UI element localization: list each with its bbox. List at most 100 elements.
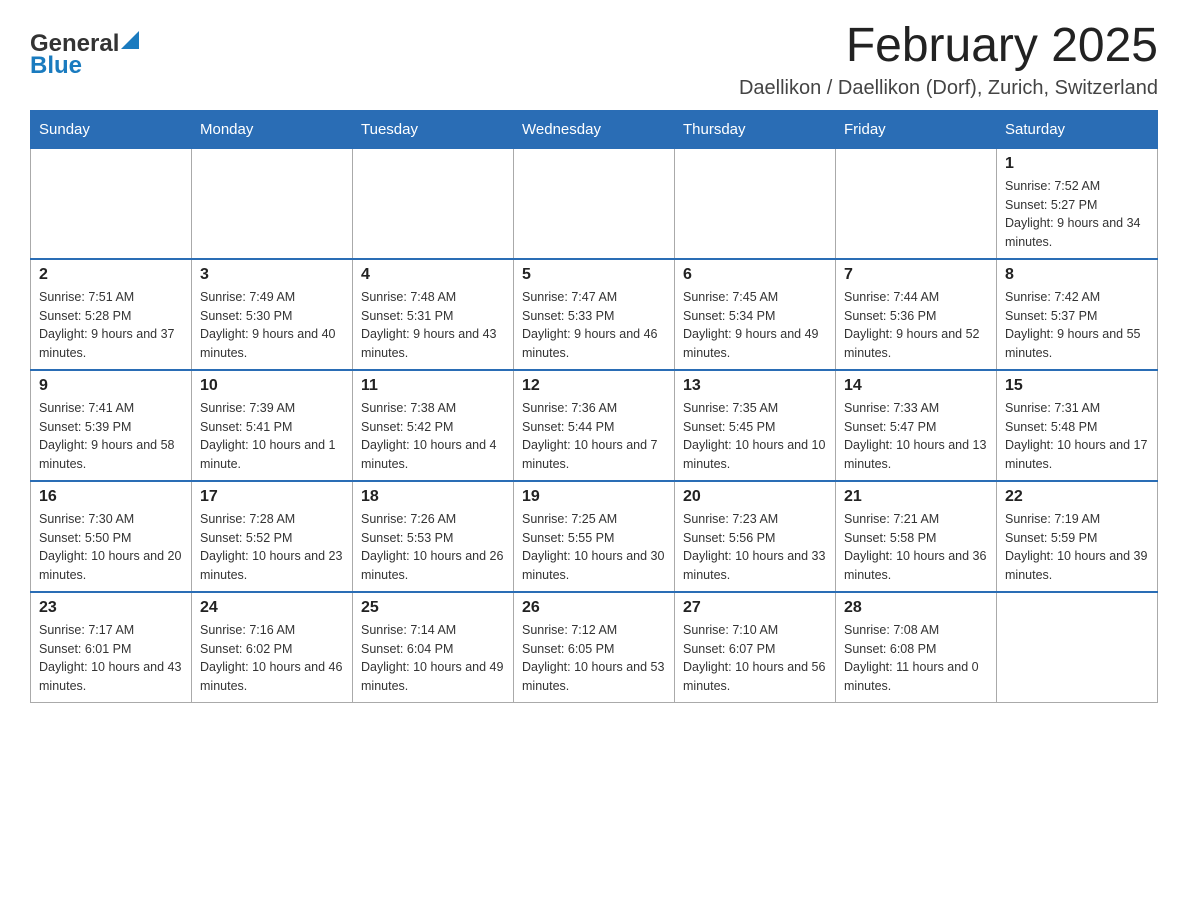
- day-number: 3: [200, 266, 344, 284]
- day-number: 11: [361, 377, 505, 395]
- table-row: [353, 148, 514, 259]
- day-info: Sunrise: 7:14 AM Sunset: 6:04 PM Dayligh…: [361, 621, 505, 696]
- table-row: 8 Sunrise: 7:42 AM Sunset: 5:37 PM Daylig…: [997, 259, 1158, 370]
- day-number: 14: [844, 377, 988, 395]
- day-info: Sunrise: 7:51 AM Sunset: 5:28 PM Dayligh…: [39, 288, 183, 363]
- col-sunday: Sunday: [31, 110, 192, 148]
- day-number: 10: [200, 377, 344, 395]
- day-info: Sunrise: 7:49 AM Sunset: 5:30 PM Dayligh…: [200, 288, 344, 363]
- day-number: 6: [683, 266, 827, 284]
- day-info: Sunrise: 7:21 AM Sunset: 5:58 PM Dayligh…: [844, 510, 988, 585]
- col-friday: Friday: [836, 110, 997, 148]
- table-row: 14 Sunrise: 7:33 AM Sunset: 5:47 PM Dayli…: [836, 370, 997, 481]
- day-number: 26: [522, 599, 666, 617]
- table-row: 25 Sunrise: 7:14 AM Sunset: 6:04 PM Dayli…: [353, 592, 514, 703]
- table-row: [836, 148, 997, 259]
- table-row: 23 Sunrise: 7:17 AM Sunset: 6:01 PM Dayli…: [31, 592, 192, 703]
- day-number: 8: [1005, 266, 1149, 284]
- table-row: 26 Sunrise: 7:12 AM Sunset: 6:05 PM Dayli…: [514, 592, 675, 703]
- day-info: Sunrise: 7:12 AM Sunset: 6:05 PM Dayligh…: [522, 621, 666, 696]
- table-row: 12 Sunrise: 7:36 AM Sunset: 5:44 PM Dayli…: [514, 370, 675, 481]
- day-number: 1: [1005, 155, 1149, 173]
- calendar-week-row: 16 Sunrise: 7:30 AM Sunset: 5:50 PM Dayli…: [31, 481, 1158, 592]
- day-number: 15: [1005, 377, 1149, 395]
- logo-triangle-icon: [121, 31, 139, 49]
- day-info: Sunrise: 7:39 AM Sunset: 5:41 PM Dayligh…: [200, 399, 344, 474]
- day-info: Sunrise: 7:17 AM Sunset: 6:01 PM Dayligh…: [39, 621, 183, 696]
- table-row: [997, 592, 1158, 703]
- calendar-week-row: 23 Sunrise: 7:17 AM Sunset: 6:01 PM Dayli…: [31, 592, 1158, 703]
- day-number: 25: [361, 599, 505, 617]
- calendar-week-row: 2 Sunrise: 7:51 AM Sunset: 5:28 PM Daylig…: [31, 259, 1158, 370]
- table-row: 18 Sunrise: 7:26 AM Sunset: 5:53 PM Dayli…: [353, 481, 514, 592]
- day-number: 12: [522, 377, 666, 395]
- day-info: Sunrise: 7:44 AM Sunset: 5:36 PM Dayligh…: [844, 288, 988, 363]
- title-block: February 2025 Daellikon / Daellikon (Dor…: [739, 20, 1158, 100]
- day-info: Sunrise: 7:45 AM Sunset: 5:34 PM Dayligh…: [683, 288, 827, 363]
- calendar-week-row: 9 Sunrise: 7:41 AM Sunset: 5:39 PM Daylig…: [31, 370, 1158, 481]
- location-subtitle: Daellikon / Daellikon (Dorf), Zurich, Sw…: [739, 77, 1158, 100]
- table-row: 19 Sunrise: 7:25 AM Sunset: 5:55 PM Dayli…: [514, 481, 675, 592]
- col-tuesday: Tuesday: [353, 110, 514, 148]
- day-info: Sunrise: 7:47 AM Sunset: 5:33 PM Dayligh…: [522, 288, 666, 363]
- day-info: Sunrise: 7:26 AM Sunset: 5:53 PM Dayligh…: [361, 510, 505, 585]
- col-thursday: Thursday: [675, 110, 836, 148]
- table-row: 9 Sunrise: 7:41 AM Sunset: 5:39 PM Daylig…: [31, 370, 192, 481]
- table-row: [514, 148, 675, 259]
- table-row: 16 Sunrise: 7:30 AM Sunset: 5:50 PM Dayli…: [31, 481, 192, 592]
- day-info: Sunrise: 7:25 AM Sunset: 5:55 PM Dayligh…: [522, 510, 666, 585]
- day-info: Sunrise: 7:48 AM Sunset: 5:31 PM Dayligh…: [361, 288, 505, 363]
- calendar-header-row: Sunday Monday Tuesday Wednesday Thursday…: [31, 110, 1158, 148]
- page-header: General Blue February 2025 Daellikon / D…: [30, 20, 1158, 100]
- table-row: [192, 148, 353, 259]
- day-info: Sunrise: 7:33 AM Sunset: 5:47 PM Dayligh…: [844, 399, 988, 474]
- table-row: 2 Sunrise: 7:51 AM Sunset: 5:28 PM Daylig…: [31, 259, 192, 370]
- day-number: 16: [39, 488, 183, 506]
- day-number: 17: [200, 488, 344, 506]
- day-number: 2: [39, 266, 183, 284]
- table-row: 6 Sunrise: 7:45 AM Sunset: 5:34 PM Daylig…: [675, 259, 836, 370]
- logo-blue-text: Blue: [30, 52, 82, 80]
- table-row: 20Sunrise: 7:23 AM Sunset: 5:56 PM Dayli…: [675, 481, 836, 592]
- day-number: 13: [683, 377, 827, 395]
- day-number: 24: [200, 599, 344, 617]
- table-row: 28Sunrise: 7:08 AM Sunset: 6:08 PM Dayli…: [836, 592, 997, 703]
- table-row: [675, 148, 836, 259]
- day-number: 23: [39, 599, 183, 617]
- table-row: 27 Sunrise: 7:10 AM Sunset: 6:07 PM Dayli…: [675, 592, 836, 703]
- table-row: 5 Sunrise: 7:47 AM Sunset: 5:33 PM Daylig…: [514, 259, 675, 370]
- table-row: 15 Sunrise: 7:31 AM Sunset: 5:48 PM Dayli…: [997, 370, 1158, 481]
- table-row: 24 Sunrise: 7:16 AM Sunset: 6:02 PM Dayli…: [192, 592, 353, 703]
- day-info: Sunrise: 7:36 AM Sunset: 5:44 PM Dayligh…: [522, 399, 666, 474]
- table-row: 21Sunrise: 7:21 AM Sunset: 5:58 PM Dayli…: [836, 481, 997, 592]
- day-number: 7: [844, 266, 988, 284]
- col-wednesday: Wednesday: [514, 110, 675, 148]
- day-number: 5: [522, 266, 666, 284]
- day-info: Sunrise: 7:41 AM Sunset: 5:39 PM Dayligh…: [39, 399, 183, 474]
- month-title: February 2025: [739, 20, 1158, 73]
- day-info: Sunrise: 7:31 AM Sunset: 5:48 PM Dayligh…: [1005, 399, 1149, 474]
- calendar-table: Sunday Monday Tuesday Wednesday Thursday…: [30, 110, 1158, 703]
- day-info: Sunrise: 7:08 AM Sunset: 6:08 PM Dayligh…: [844, 621, 988, 696]
- table-row: 1Sunrise: 7:52 AM Sunset: 5:27 PM Daylig…: [997, 148, 1158, 259]
- day-info: Sunrise: 7:38 AM Sunset: 5:42 PM Dayligh…: [361, 399, 505, 474]
- table-row: 17 Sunrise: 7:28 AM Sunset: 5:52 PM Dayli…: [192, 481, 353, 592]
- col-saturday: Saturday: [997, 110, 1158, 148]
- calendar-week-row: 1Sunrise: 7:52 AM Sunset: 5:27 PM Daylig…: [31, 148, 1158, 259]
- day-number: 19: [522, 488, 666, 506]
- day-info: Sunrise: 7:16 AM Sunset: 6:02 PM Dayligh…: [200, 621, 344, 696]
- table-row: 11 Sunrise: 7:38 AM Sunset: 5:42 PM Dayli…: [353, 370, 514, 481]
- day-number: 22: [1005, 488, 1149, 506]
- day-number: 20: [683, 488, 827, 506]
- day-number: 9: [39, 377, 183, 395]
- table-row: 7 Sunrise: 7:44 AM Sunset: 5:36 PM Daylig…: [836, 259, 997, 370]
- table-row: 13Sunrise: 7:35 AM Sunset: 5:45 PM Dayli…: [675, 370, 836, 481]
- table-row: 10 Sunrise: 7:39 AM Sunset: 5:41 PM Dayli…: [192, 370, 353, 481]
- day-info: Sunrise: 7:30 AM Sunset: 5:50 PM Dayligh…: [39, 510, 183, 585]
- day-info: Sunrise: 7:10 AM Sunset: 6:07 PM Dayligh…: [683, 621, 827, 696]
- day-info: Sunrise: 7:28 AM Sunset: 5:52 PM Dayligh…: [200, 510, 344, 585]
- day-info: Sunrise: 7:42 AM Sunset: 5:37 PM Dayligh…: [1005, 288, 1149, 363]
- day-number: 18: [361, 488, 505, 506]
- col-monday: Monday: [192, 110, 353, 148]
- day-number: 27: [683, 599, 827, 617]
